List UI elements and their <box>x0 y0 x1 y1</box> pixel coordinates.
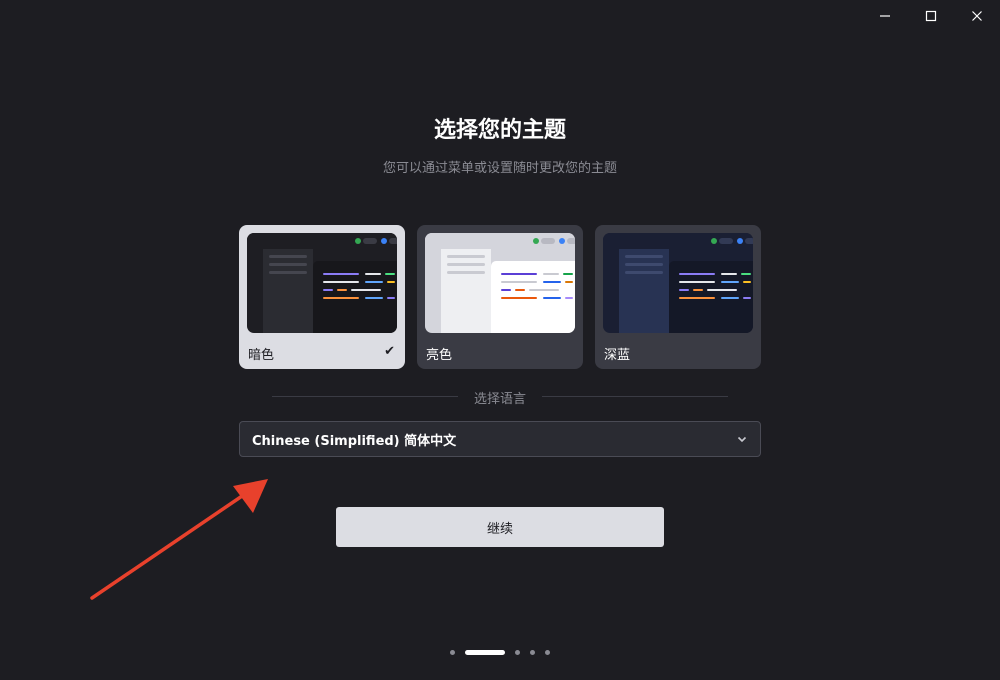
checkmark-icon: ✔ <box>384 344 395 359</box>
step-dot-active <box>465 650 505 655</box>
maximize-button[interactable] <box>908 0 954 32</box>
theme-preview-dark <box>247 233 397 333</box>
step-dot <box>545 650 550 655</box>
language-divider: 选择语言 <box>272 388 728 407</box>
theme-label-dark: 暗色 <box>248 348 275 363</box>
divider-line-right <box>542 396 728 397</box>
theme-options: 暗色 ✔ 亮色 深蓝 <box>239 225 761 369</box>
close-button[interactable] <box>954 0 1000 32</box>
language-select-value: Chinese (Simplified) 简体中文 <box>252 433 457 449</box>
page-subtitle: 您可以通过菜单或设置随时更改您的主题 <box>382 161 617 176</box>
language-select[interactable]: Chinese (Simplified) 简体中文 <box>239 421 761 457</box>
window-controls <box>862 0 1000 32</box>
step-dot <box>515 650 520 655</box>
step-dot <box>530 650 535 655</box>
theme-preview-deep-blue <box>603 233 753 333</box>
theme-label-deep-blue: 深蓝 <box>604 348 631 363</box>
theme-card-deep-blue[interactable]: 深蓝 <box>595 225 761 369</box>
language-section-label: 选择语言 <box>473 392 526 407</box>
theme-label-light: 亮色 <box>426 348 453 363</box>
theme-card-dark[interactable]: 暗色 ✔ <box>239 225 405 369</box>
step-dot <box>450 650 455 655</box>
minimize-button[interactable] <box>862 0 908 32</box>
theme-card-light[interactable]: 亮色 <box>417 225 583 369</box>
theme-preview-light <box>425 233 575 333</box>
minimize-icon <box>880 15 890 17</box>
continue-button[interactable]: 继续 <box>336 507 664 547</box>
step-indicator <box>450 649 550 657</box>
close-icon <box>972 11 982 21</box>
maximize-icon <box>925 10 937 22</box>
page-title: 选择您的主题 <box>433 118 566 143</box>
chevron-down-icon <box>737 436 747 443</box>
